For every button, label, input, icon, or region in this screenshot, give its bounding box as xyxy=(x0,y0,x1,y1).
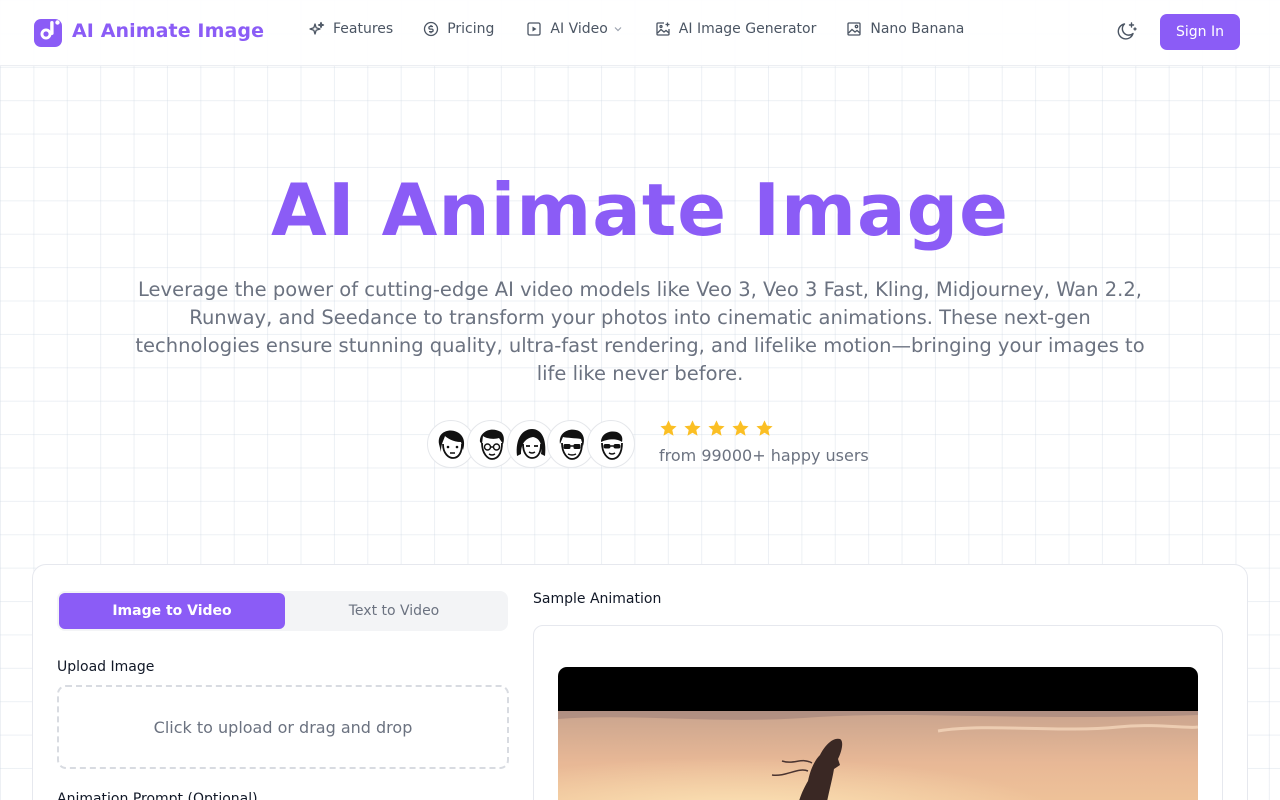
user-avatars xyxy=(427,420,635,468)
hero-subtitle: Leverage the power of cutting-edge AI vi… xyxy=(135,278,1145,385)
nav-pricing[interactable]: Pricing xyxy=(423,21,494,37)
tab-image-to-video[interactable]: Image to Video xyxy=(59,593,285,629)
image-plus-icon xyxy=(656,22,670,36)
main-nav: Features Pricing AI Video AI Image Gener… xyxy=(309,21,964,37)
nav-ai-video-label: AI Video xyxy=(550,21,608,37)
nav-nano-banana[interactable]: Nano Banana xyxy=(846,21,964,37)
user-face-icon xyxy=(516,429,546,459)
chevron-down-icon xyxy=(614,27,622,32)
sample-video-frame xyxy=(558,711,1198,800)
hero-title: AI Animate Image xyxy=(271,168,1009,252)
sample-video-player[interactable] xyxy=(558,667,1198,800)
sparkles-icon xyxy=(309,21,325,35)
avatar xyxy=(587,420,635,468)
sample-animation-label: Sample Animation xyxy=(533,591,662,607)
mode-tabs: Image to Video Text to Video xyxy=(57,591,508,631)
theme-toggle-button[interactable] xyxy=(1114,18,1140,44)
nav-ai-video-dropdown[interactable]: AI Video xyxy=(526,21,622,37)
nav-ai-image-generator[interactable]: AI Image Generator xyxy=(655,21,817,37)
brand-logo-link[interactable]: AI Animate Image xyxy=(33,15,264,47)
user-face-icon xyxy=(438,430,465,459)
upload-placeholder: Click to upload or drag and drop xyxy=(153,717,413,737)
image-upload-dropzone[interactable]: Click to upload or drag and drop xyxy=(57,685,509,769)
nav-features[interactable]: Features xyxy=(309,21,393,37)
star-icon xyxy=(684,420,701,436)
nav-features-label: Features xyxy=(333,21,394,37)
rating-stars xyxy=(659,419,779,438)
moon-sparkle-icon xyxy=(1117,22,1137,40)
star-icon xyxy=(660,420,677,436)
nav-nano-banana-label: Nano Banana xyxy=(870,21,965,37)
happy-users-count: from 99000+ happy users xyxy=(659,446,869,465)
coin-icon xyxy=(424,21,439,37)
brand-name: AI Animate Image xyxy=(72,20,265,42)
tab-text-to-video[interactable]: Text to Video xyxy=(281,593,507,629)
star-icon xyxy=(732,420,749,436)
sign-in-button[interactable]: Sign In xyxy=(1160,14,1240,50)
user-face-icon xyxy=(601,431,623,460)
animation-prompt-label: Animation Prompt (Optional) xyxy=(57,791,258,800)
star-icon xyxy=(756,420,773,436)
user-face-icon xyxy=(559,429,584,460)
image-icon xyxy=(847,22,861,36)
upload-image-label: Upload Image xyxy=(57,659,155,675)
site-header: AI Animate Image Features Pricing AI Vid… xyxy=(0,0,1280,66)
nav-ai-image-generator-label: AI Image Generator xyxy=(678,21,817,37)
user-face-icon xyxy=(479,429,504,460)
brand-logo-icon xyxy=(34,19,62,47)
nav-pricing-label: Pricing xyxy=(447,21,495,37)
star-icon xyxy=(708,420,725,436)
play-square-icon xyxy=(527,22,542,36)
